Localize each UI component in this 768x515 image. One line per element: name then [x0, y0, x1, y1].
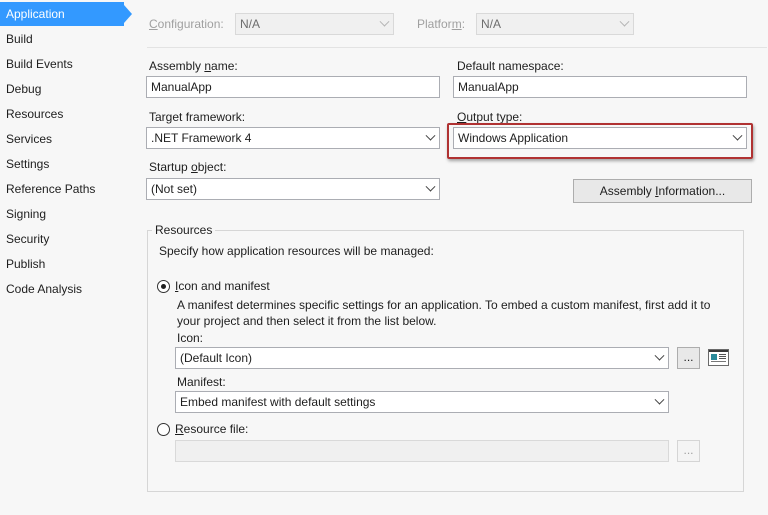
icon-label: Icon:: [177, 331, 204, 345]
sidebar-item-label: Reference Paths: [6, 182, 96, 196]
sidebar-item-settings[interactable]: Settings: [0, 152, 124, 176]
sidebar-item-label: Security: [6, 232, 50, 246]
sidebar-item-build[interactable]: Build: [0, 27, 124, 51]
sidebar-item-publish[interactable]: Publish: [0, 252, 124, 276]
icon-browse-button[interactable]: ...: [677, 347, 700, 369]
sidebar-item-services[interactable]: Services: [0, 127, 124, 151]
default-namespace-input[interactable]: [453, 76, 747, 98]
sidebar-item-security[interactable]: Security: [0, 227, 124, 251]
icon-and-manifest-label[interactable]: Icon and manifest: [175, 279, 270, 293]
sidebar: Application Build Build Events Debug Res…: [0, 0, 133, 515]
sidebar-item-label: Services: [6, 132, 53, 146]
startup-object-label: Startup object:: [149, 160, 227, 174]
icon-preview-icon: [708, 349, 729, 366]
assembly-name-label: Assembly name:: [149, 59, 238, 73]
manifest-select[interactable]: Embed manifest with default settings: [175, 391, 669, 413]
resource-file-label[interactable]: Resource file:: [175, 422, 248, 436]
startup-object-select[interactable]: (Not set): [146, 178, 440, 200]
sidebar-item-application[interactable]: Application: [0, 2, 132, 26]
sidebar-item-build-events[interactable]: Build Events: [0, 52, 124, 76]
target-framework-select[interactable]: .NET Framework 4: [146, 127, 440, 149]
icon-select[interactable]: (Default Icon): [175, 347, 669, 369]
configuration-label: Configuration:: [149, 17, 224, 31]
header-divider: [147, 47, 767, 48]
default-namespace-label: Default namespace:: [457, 59, 564, 73]
resource-file-input[interactable]: [175, 440, 669, 462]
sidebar-item-label: Build: [6, 32, 33, 46]
sidebar-item-label: Resources: [6, 107, 64, 121]
sidebar-item-label: Settings: [6, 157, 50, 171]
sidebar-item-reference-paths[interactable]: Reference Paths: [0, 177, 124, 201]
active-tab-arrow-icon: [124, 5, 132, 23]
sidebar-item-label: Application: [6, 7, 65, 21]
assembly-name-input[interactable]: [146, 76, 440, 98]
target-framework-label: Target framework:: [149, 110, 246, 124]
sidebar-item-label: Code Analysis: [6, 282, 83, 296]
icon-and-manifest-radio[interactable]: [157, 280, 170, 293]
resources-description: Specify how application resources will b…: [159, 244, 434, 258]
manifest-help-text-line-1: A manifest determines specific settings …: [177, 298, 711, 312]
manifest-label: Manifest:: [177, 375, 226, 389]
manifest-help-text-line-2: your project and then select it from the…: [177, 314, 437, 328]
sidebar-item-debug[interactable]: Debug: [0, 77, 124, 101]
platform-select[interactable]: N/A: [476, 13, 634, 35]
sidebar-item-label: Publish: [6, 257, 46, 271]
resource-file-radio[interactable]: [157, 423, 170, 436]
sidebar-item-signing[interactable]: Signing: [0, 202, 124, 226]
sidebar-item-label: Build Events: [6, 57, 73, 71]
assembly-information-button[interactable]: Assembly Information...: [573, 179, 752, 203]
sidebar-item-code-analysis[interactable]: Code Analysis: [0, 277, 124, 301]
configuration-select[interactable]: N/A: [235, 13, 394, 35]
sidebar-item-label: Debug: [6, 82, 42, 96]
sidebar-item-label: Signing: [6, 207, 47, 221]
output-type-highlight: [447, 123, 753, 159]
platform-label: Platform:: [417, 17, 466, 31]
output-type-label: Output type:: [457, 110, 523, 124]
resource-file-browse-button[interactable]: ...: [677, 440, 700, 462]
sidebar-item-resources[interactable]: Resources: [0, 102, 124, 126]
resources-group-title: Resources: [152, 223, 216, 237]
